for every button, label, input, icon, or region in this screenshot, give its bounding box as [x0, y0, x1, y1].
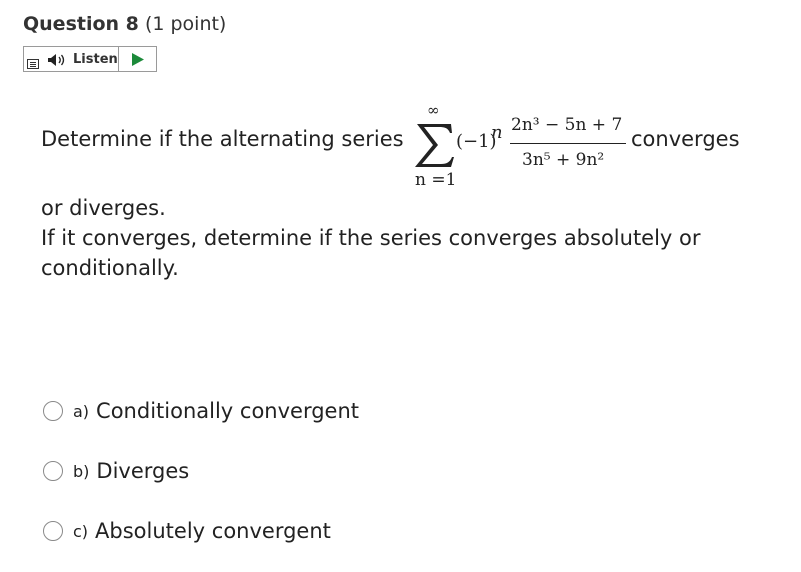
sign-exponent: n	[491, 122, 503, 143]
choice-letter: c)	[73, 521, 89, 541]
play-icon	[131, 52, 144, 66]
radio-b[interactable]	[43, 461, 63, 481]
choice-label[interactable]: Diverges	[96, 459, 189, 483]
question-number: Question 8	[23, 13, 139, 35]
fraction-denominator: 3n⁵ + 9n²	[522, 150, 605, 170]
question-title: Question 8 (1 point)	[23, 13, 226, 35]
stem-text-line2: or diverges.	[41, 196, 166, 220]
stem-text-start: Determine if the alternating series	[41, 127, 404, 151]
choice-b[interactable]: b) Diverges	[43, 458, 189, 484]
fraction-numerator: 2n³ − 5n + 7	[511, 115, 623, 135]
stem-text-line4: conditionally.	[41, 256, 179, 280]
sum-lower-limit: n =1	[415, 170, 457, 190]
listen-label: Listen	[73, 51, 118, 67]
question-page: Question 8 (1 point) Listen Determine if…	[0, 0, 801, 572]
listen-button[interactable]: Listen	[24, 47, 119, 71]
fraction-bar	[510, 143, 626, 145]
stem-text-converges: converges	[631, 127, 740, 151]
choice-letter: b)	[73, 461, 90, 481]
sigma-symbol	[415, 124, 454, 167]
choice-a[interactable]: a) Conditionally convergent	[43, 398, 359, 424]
sum-upper-limit: ∞	[427, 101, 440, 119]
stem-text-line3: If it converges, determine if the series…	[41, 226, 701, 250]
choice-label[interactable]: Conditionally convergent	[96, 399, 359, 423]
radio-a[interactable]	[43, 401, 63, 421]
listen-toolbar: Listen	[23, 46, 157, 72]
radio-c[interactable]	[43, 521, 63, 541]
choice-label[interactable]: Absolutely convergent	[95, 519, 331, 543]
choice-c[interactable]: c) Absolutely convergent	[43, 518, 331, 544]
choice-letter: a)	[73, 401, 90, 421]
menu-icon[interactable]	[27, 59, 39, 69]
question-points: (1 point)	[144, 13, 227, 35]
play-button[interactable]	[119, 47, 156, 71]
speaker-icon	[48, 54, 65, 66]
